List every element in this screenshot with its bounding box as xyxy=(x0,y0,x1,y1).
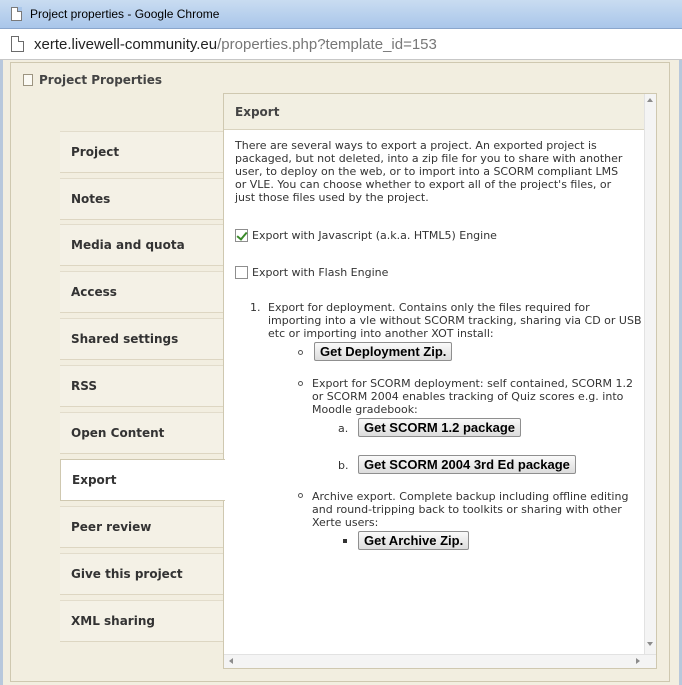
url-host: xerte.livewell-community.eu xyxy=(34,35,218,53)
html5-engine-label: Export with Javascript (a.k.a. HTML5) En… xyxy=(252,229,497,242)
square-bullet xyxy=(343,539,347,543)
export-body: There are several ways to export a proje… xyxy=(235,139,656,204)
deployment-line: etc or importing into another XOT instal… xyxy=(268,327,494,340)
window-frame-left xyxy=(0,60,3,685)
tab-label: Export xyxy=(72,473,117,487)
tab-xml-sharing[interactable]: XML sharing xyxy=(60,600,223,642)
get-scorm-12-button[interactable]: Get SCORM 1.2 package xyxy=(358,418,521,437)
url-path: /properties.php?template_id=153 xyxy=(217,35,437,53)
panel-header: Project Properties xyxy=(23,69,162,91)
circle-bullet xyxy=(298,381,303,386)
tab-media-and-quota[interactable]: Media and quota xyxy=(60,224,223,266)
html5-engine-option[interactable]: Export with Javascript (a.k.a. HTML5) En… xyxy=(235,229,497,242)
intro-line: There are several ways to export a proje… xyxy=(235,139,597,152)
intro-line: or VLE. You can choose whether to export… xyxy=(235,178,612,191)
tab-give-this-project[interactable]: Give this project xyxy=(60,553,223,595)
tab-open-content[interactable]: Open Content xyxy=(60,412,223,454)
export-intro: There are several ways to export a proje… xyxy=(235,139,656,204)
page-icon xyxy=(11,7,22,21)
content-heading: Export xyxy=(224,94,656,130)
deployment-description: Export for deployment. Contains only the… xyxy=(268,301,656,340)
notes-icon xyxy=(23,74,33,86)
get-scorm-2004-button[interactable]: Get SCORM 2004 3rd Ed package xyxy=(358,455,576,474)
horizontal-scrollbar[interactable] xyxy=(224,654,656,668)
scorm-line: Moodle gradebook: xyxy=(312,403,418,416)
flash-engine-option[interactable]: Export with Flash Engine xyxy=(235,266,388,279)
intro-line: just those files used by the project. xyxy=(235,191,429,204)
deployment-line: importing into a vle without SCORM track… xyxy=(268,314,642,327)
archive-description: Archive export. Complete backup includin… xyxy=(312,490,652,529)
tab-notes[interactable]: Notes xyxy=(60,178,223,220)
tab-label: Shared settings xyxy=(71,332,179,346)
tab-label: Open Content xyxy=(71,426,165,440)
scorm-line: or SCORM 2004 enables tracking of Quiz s… xyxy=(312,390,624,403)
tab-rss[interactable]: RSS xyxy=(60,365,223,407)
tab-peer-review[interactable]: Peer review xyxy=(60,506,223,548)
window-title-bar: Project properties - Google Chrome xyxy=(0,0,682,29)
address-bar[interactable]: xerte.livewell-community.eu/properties.p… xyxy=(0,29,682,60)
archive-line: and round-tripping back to toolkits or s… xyxy=(312,503,622,516)
intro-line: user, to deploy on the web, or to import… xyxy=(235,165,619,178)
window-title: Project properties - Google Chrome xyxy=(30,7,220,21)
tab-label: Access xyxy=(71,285,117,299)
export-content-pane: Export There are several ways to export … xyxy=(223,93,657,669)
get-archive-zip-button[interactable]: Get Archive Zip. xyxy=(358,531,470,550)
tab-label: XML sharing xyxy=(71,614,155,628)
tab-label: RSS xyxy=(71,379,97,393)
url-text[interactable]: xerte.livewell-community.eu/properties.p… xyxy=(34,36,437,53)
scorm-description: Export for SCORM deployment: self contai… xyxy=(312,377,652,416)
scroll-down-arrow-icon[interactable] xyxy=(647,642,653,646)
circle-bullet xyxy=(298,493,303,498)
tab-label: Peer review xyxy=(71,520,152,534)
flash-engine-checkbox[interactable] xyxy=(235,266,248,279)
document-icon xyxy=(11,36,24,52)
scroll-left-arrow-icon[interactable] xyxy=(229,658,233,664)
get-deployment-zip-button[interactable]: Get Deployment Zip. xyxy=(314,342,453,361)
archive-line: Xerte users: xyxy=(312,516,379,529)
intro-line: packaged, but not deleted, into a zip fi… xyxy=(235,152,623,165)
list-marker-a: a. xyxy=(338,422,349,435)
panel-title: Project Properties xyxy=(39,73,162,87)
archive-line: Archive export. Complete backup includin… xyxy=(312,490,629,503)
scorm-line: Export for SCORM deployment: self contai… xyxy=(312,377,634,390)
vertical-scrollbar[interactable] xyxy=(644,94,656,654)
tab-access[interactable]: Access xyxy=(60,271,223,313)
tab-label: Media and quota xyxy=(71,238,185,252)
scroll-up-arrow-icon[interactable] xyxy=(647,98,653,102)
scroll-right-arrow-icon[interactable] xyxy=(636,658,640,664)
tab-label: Notes xyxy=(71,192,111,206)
project-properties-panel: Project Properties Project Notes Media a… xyxy=(10,62,670,682)
flash-engine-label: Export with Flash Engine xyxy=(252,266,389,279)
tab-label: Project xyxy=(71,145,120,159)
tab-export[interactable]: Export xyxy=(60,459,225,501)
deployment-line: Export for deployment. Contains only the… xyxy=(268,301,590,314)
list-number: 1. xyxy=(250,301,261,314)
html5-engine-checkbox[interactable] xyxy=(235,229,248,242)
tab-project[interactable]: Project xyxy=(60,131,223,173)
list-marker-b: b. xyxy=(338,459,349,472)
circle-bullet xyxy=(298,350,303,355)
tab-shared-settings[interactable]: Shared settings xyxy=(60,318,223,360)
tab-label: Give this project xyxy=(71,567,183,581)
